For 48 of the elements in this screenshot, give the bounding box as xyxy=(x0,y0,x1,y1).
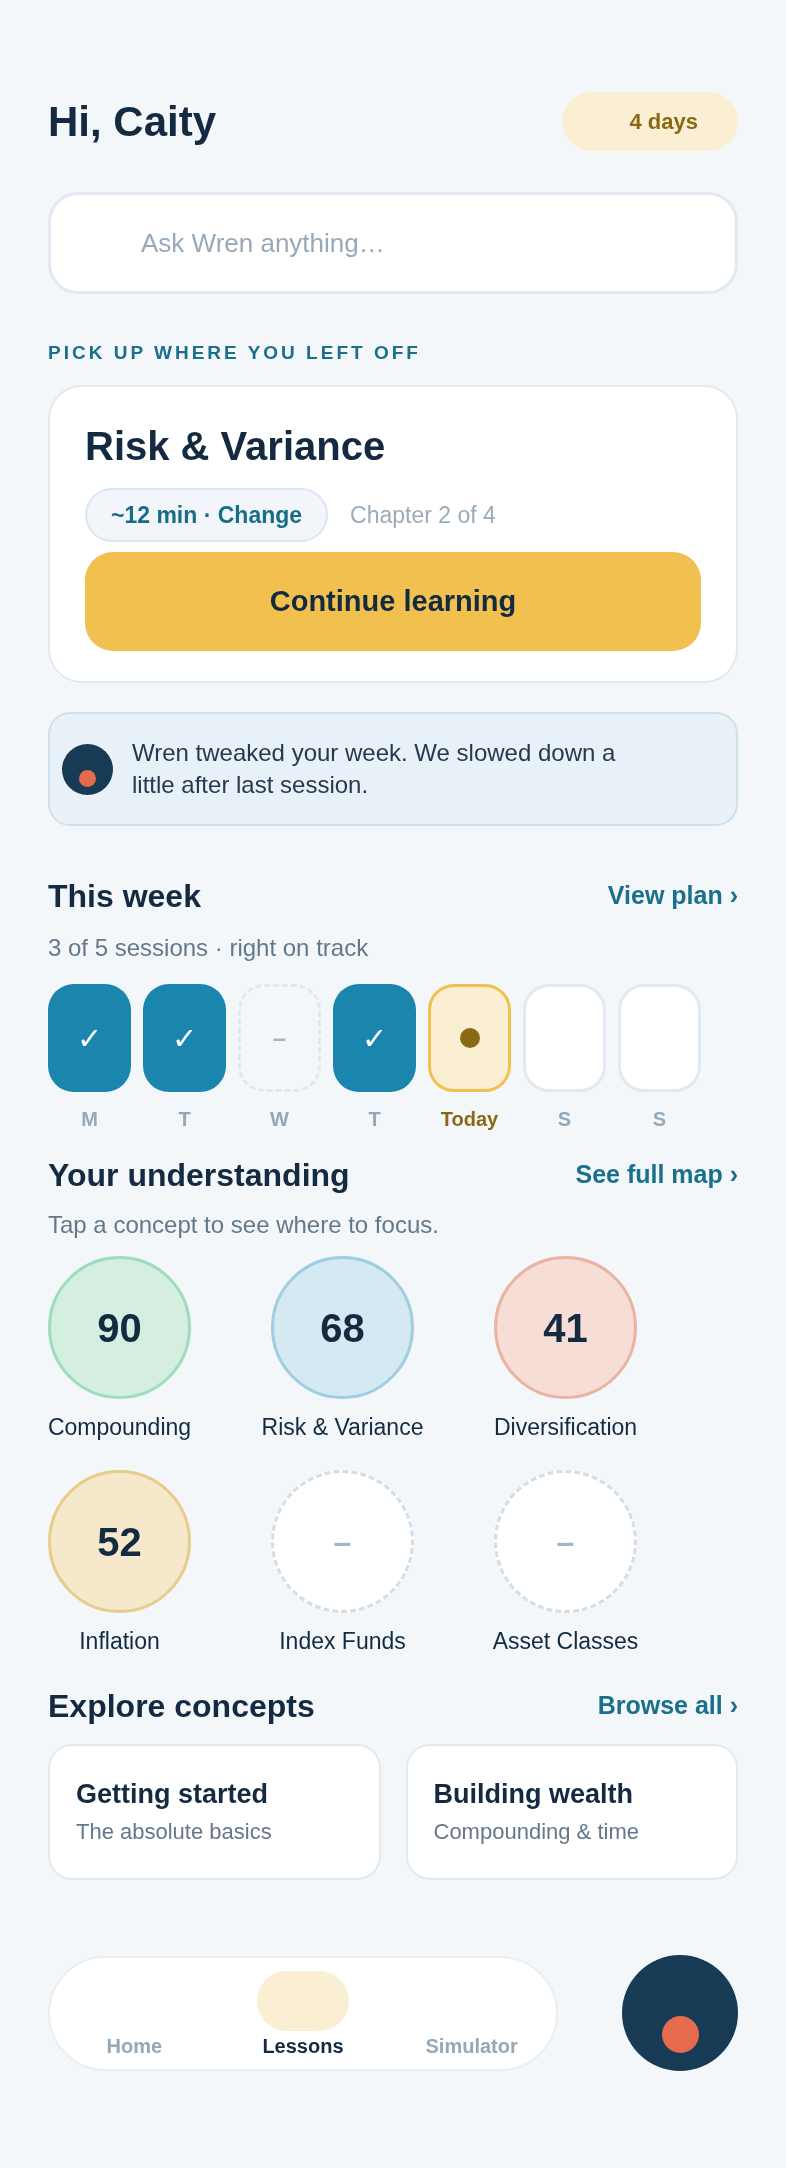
day-label: T xyxy=(368,1107,381,1132)
streak-badge: 4 days xyxy=(561,92,738,151)
concept-card[interactable]: Building wealth Compounding & time xyxy=(405,1744,738,1880)
concept-button[interactable]: 41 xyxy=(494,1256,637,1399)
greeting-title: Hi, Caity xyxy=(48,96,217,147)
section-title: Explore concepts xyxy=(48,1687,315,1726)
continue-button[interactable]: Continue learning xyxy=(85,552,701,651)
concept-label: Inflation xyxy=(79,1627,160,1656)
week-summary: 3 of 5 sessions · right on track xyxy=(48,933,369,963)
day-tile: – xyxy=(238,984,321,1092)
concept-button[interactable]: 68 xyxy=(271,1256,414,1399)
concept-button[interactable]: 52 xyxy=(48,1470,191,1613)
concept-label: Risk & Variance xyxy=(261,1413,424,1442)
understanding-hint: Tap a concept to see where to focus. xyxy=(48,1210,439,1240)
concept-button[interactable]: 90 xyxy=(48,1256,191,1399)
concept-label: Compounding xyxy=(47,1413,192,1442)
section-title: This week xyxy=(48,877,201,916)
duration-chip[interactable]: ~12 min · Change xyxy=(85,488,329,542)
dot-icon xyxy=(661,2016,699,2053)
concept-label: Asset Classes xyxy=(492,1627,639,1656)
card-subtitle: The absolute basics xyxy=(76,1818,272,1846)
dot-icon xyxy=(459,1028,480,1048)
browse-all-link[interactable]: Browse all › xyxy=(597,1687,738,1725)
lesson-title: Risk & Variance xyxy=(85,423,386,469)
day-label: S xyxy=(557,1107,572,1132)
card-title: Building wealth xyxy=(433,1778,633,1811)
nav-tab[interactable]: Lessons xyxy=(218,1957,388,2069)
day-tile: ✓ xyxy=(48,984,131,1092)
card-subtitle: Compounding & time xyxy=(433,1818,639,1846)
view-plan-link[interactable]: View plan › xyxy=(607,877,738,915)
day-label: W xyxy=(270,1107,289,1132)
section-title: Your understanding xyxy=(48,1156,350,1195)
concept-label: Index Funds xyxy=(279,1627,406,1656)
day-tile: ✓ xyxy=(333,984,416,1092)
day-tile: ✓ xyxy=(143,984,226,1092)
full-map-link[interactable]: See full map › xyxy=(575,1156,738,1194)
avatar-icon xyxy=(62,743,113,795)
section-eyebrow: PICK UP WHERE YOU LEFT OFF xyxy=(48,341,421,365)
day-label: S xyxy=(652,1107,667,1132)
chapter-caption: Chapter 2 of 4 xyxy=(350,500,496,530)
day-label: M xyxy=(81,1107,98,1132)
concept-card[interactable]: Getting started The absolute basics xyxy=(48,1744,381,1880)
day-label: Today xyxy=(440,1107,499,1132)
search-field[interactable]: Ask Wren anything… xyxy=(48,192,738,294)
day-label: T xyxy=(178,1107,191,1132)
notice-text: Wren tweaked your week. We slowed down a little after last session. xyxy=(132,738,617,800)
card-title: Getting started xyxy=(76,1778,269,1811)
concept-label: Diversification xyxy=(493,1413,638,1442)
